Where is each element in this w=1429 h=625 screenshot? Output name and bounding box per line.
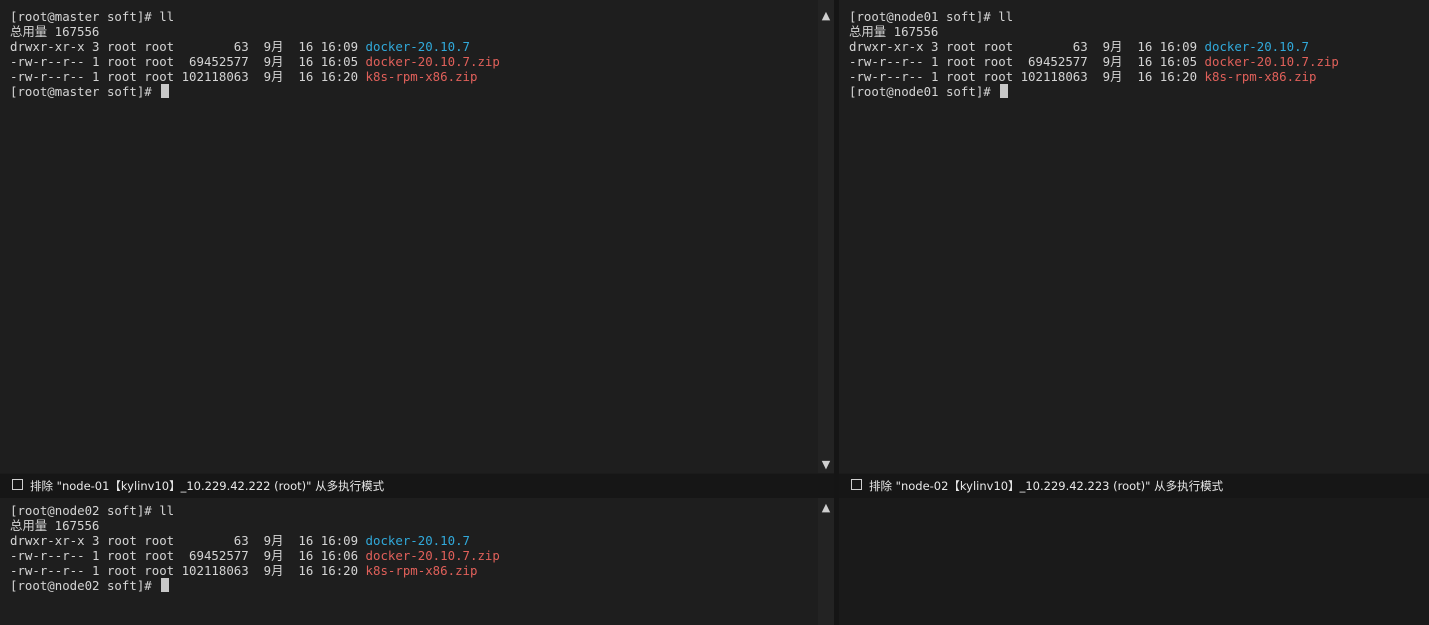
directory-name: docker-20.10.7	[365, 533, 470, 548]
status-bar-left: 排除 "node-01【kylinv10】_10.229.42.222 (roo…	[0, 474, 834, 498]
terminal-line: drwxr-xr-x 3 root root 63 9月 16 16:09 do…	[849, 39, 1339, 54]
terminal-text: 总用量 167556	[849, 24, 939, 39]
terminal-pane-node02[interactable]: [root@node02 soft]# ll 总用量 167556 drwxr-xr…	[0, 498, 818, 625]
scrollbar-node02[interactable]: ▲	[818, 498, 834, 625]
terminal-line: 总用量 167556	[10, 518, 500, 533]
scrollbar-master[interactable]: ▲ ▼	[818, 0, 834, 473]
terminal-line: -rw-r--r-- 1 root root 102118063 9月 16 1…	[10, 69, 500, 84]
terminal-line: 总用量 167556	[10, 24, 500, 39]
terminal-text: [root@master soft]# ll	[10, 9, 175, 24]
exclude-multi-exec-label-node01: 排除 "node-01【kylinv10】_10.229.42.222 (roo…	[30, 479, 385, 493]
terminal-text: drwxr-xr-x 3 root root 63 9月 16 16:09	[10, 39, 366, 54]
terminal-line: [root@node01 soft]#	[849, 84, 1339, 99]
terminal-text: drwxr-xr-x 3 root root 63 9月 16 16:09	[849, 39, 1205, 54]
terminal-output-node02: [root@node02 soft]# ll 总用量 167556 drwxr-xr…	[10, 503, 500, 593]
terminal-text: [root@node02 soft]# ll	[10, 503, 175, 518]
terminal-line: [root@node01 soft]# ll	[849, 9, 1339, 24]
scroll-up-arrow-icon[interactable]: ▲	[818, 9, 834, 23]
terminal-line: [root@master soft]#	[10, 84, 500, 99]
terminal-text: -rw-r--r-- 1 root root 102118063 9月 16 1…	[849, 69, 1205, 84]
empty-pane-area	[839, 498, 1429, 625]
terminal-text: [root@master soft]#	[10, 84, 160, 99]
terminal-text: [root@node01 soft]#	[849, 84, 999, 99]
terminal-text: drwxr-xr-x 3 root root 63 9月 16 16:09	[10, 533, 366, 548]
terminal-text: [root@node01 soft]# ll	[849, 9, 1014, 24]
terminal-cursor	[1000, 84, 1009, 98]
file-name: docker-20.10.7.zip	[365, 54, 500, 69]
terminal-pane-master[interactable]: [root@master soft]# ll 总用量 167556 drwxr-xr…	[0, 0, 818, 473]
terminal-line: [root@node02 soft]#	[10, 578, 500, 593]
terminal-text: -rw-r--r-- 1 root root 69452577 9月 16 16…	[10, 548, 366, 563]
terminal-text: -rw-r--r-- 1 root root 102118063 9月 16 1…	[10, 563, 366, 578]
terminal-line: 总用量 167556	[849, 24, 1339, 39]
terminal-line: -rw-r--r-- 1 root root 69452577 9月 16 16…	[10, 54, 500, 69]
exclude-multi-exec-label-node02: 排除 "node-02【kylinv10】_10.229.42.223 (roo…	[869, 479, 1224, 493]
directory-name: docker-20.10.7	[365, 39, 470, 54]
status-bar-right: 排除 "node-02【kylinv10】_10.229.42.223 (roo…	[839, 474, 1429, 498]
exclude-multi-exec-checkbox-node01[interactable]	[12, 479, 23, 490]
terminal-line: drwxr-xr-x 3 root root 63 9月 16 16:09 do…	[10, 533, 500, 548]
terminal-cursor	[161, 578, 170, 592]
terminal-pane-node01[interactable]: [root@node01 soft]# ll 总用量 167556 drwxr-xr…	[839, 0, 1429, 473]
directory-name: docker-20.10.7	[1204, 39, 1309, 54]
file-name: k8s-rpm-x86.zip	[365, 563, 478, 578]
terminal-text: 总用量 167556	[10, 518, 100, 533]
terminal-line: -rw-r--r-- 1 root root 69452577 9月 16 16…	[10, 548, 500, 563]
file-name: docker-20.10.7.zip	[365, 548, 500, 563]
terminal-line: [root@node02 soft]# ll	[10, 503, 500, 518]
terminal-output-node01: [root@node01 soft]# ll 总用量 167556 drwxr-xr…	[849, 9, 1339, 99]
terminal-line: [root@master soft]# ll	[10, 9, 500, 24]
scroll-down-arrow-icon[interactable]: ▼	[818, 458, 834, 472]
file-name: docker-20.10.7.zip	[1204, 54, 1339, 69]
terminal-text: 总用量 167556	[10, 24, 100, 39]
exclude-multi-exec-checkbox-node02[interactable]	[851, 479, 862, 490]
terminal-line: drwxr-xr-x 3 root root 63 9月 16 16:09 do…	[10, 39, 500, 54]
terminal-line: -rw-r--r-- 1 root root 102118063 9月 16 1…	[10, 563, 500, 578]
terminal-output-master: [root@master soft]# ll 总用量 167556 drwxr-xr…	[10, 9, 500, 99]
file-name: k8s-rpm-x86.zip	[1204, 69, 1317, 84]
terminal-cursor	[161, 84, 170, 98]
terminal-line: -rw-r--r-- 1 root root 102118063 9月 16 1…	[849, 69, 1339, 84]
file-name: k8s-rpm-x86.zip	[365, 69, 478, 84]
terminal-text: -rw-r--r-- 1 root root 69452577 9月 16 16…	[10, 54, 366, 69]
terminal-text: [root@node02 soft]#	[10, 578, 160, 593]
terminal-line: -rw-r--r-- 1 root root 69452577 9月 16 16…	[849, 54, 1339, 69]
scroll-up-arrow-icon[interactable]: ▲	[818, 501, 834, 515]
terminal-text: -rw-r--r-- 1 root root 102118063 9月 16 1…	[10, 69, 366, 84]
terminal-text: -rw-r--r-- 1 root root 69452577 9月 16 16…	[849, 54, 1205, 69]
pane-divider[interactable]	[834, 0, 839, 625]
